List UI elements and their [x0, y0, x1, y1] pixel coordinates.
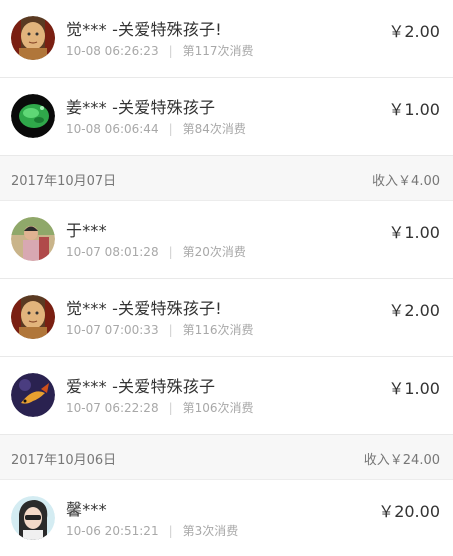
- meta-separator: |: [168, 401, 173, 415]
- entry-meta: 10-06 20:51:21 | 第3次消费: [66, 522, 238, 539]
- entry-amount: ￥1.00: [388, 223, 440, 242]
- entry-amount: ￥2.00: [388, 301, 440, 320]
- group-income: 收入￥4.00: [372, 174, 440, 189]
- entry-count: 第116次消费: [182, 323, 254, 337]
- entry-time: 10-06 20:51:21: [66, 524, 159, 538]
- entry-meta: 10-07 08:01:28 | 第20次消费: [66, 243, 246, 260]
- avatar-girl-icon: [11, 496, 55, 540]
- list-item[interactable]: 姜*** -关爱特殊孩子 10-08 06:06:44 | 第84次消费 ￥1.00: [0, 78, 453, 156]
- entry-meta: 10-07 07:00:33 | 第116次消费: [66, 321, 254, 338]
- entry-time: 10-08 06:06:44: [66, 122, 159, 136]
- list-item[interactable]: 于*** 10-07 08:01:28 | 第20次消费 ￥1.00: [0, 201, 453, 279]
- entry-amount: ￥20.00: [378, 502, 440, 521]
- entry-time: 10-07 08:01:28: [66, 245, 159, 259]
- meta-separator: |: [168, 122, 173, 136]
- list-item[interactable]: 馨*** 10-06 20:51:21 | 第3次消费 ￥20.00: [0, 480, 453, 556]
- donor-name: 爱*** -关爱特殊孩子: [66, 377, 216, 396]
- donor-name: 觉*** -关爱特殊孩子!: [66, 20, 222, 39]
- avatar-monk-icon: [11, 295, 55, 339]
- meta-separator: |: [168, 44, 173, 58]
- meta-separator: |: [168, 245, 173, 259]
- entry-meta: 10-07 06:22:28 | 第106次消费: [66, 399, 254, 416]
- group-income: 收入￥24.00: [363, 453, 440, 468]
- group-date: 2017年10月06日: [11, 453, 117, 468]
- avatar-monk-icon: [11, 16, 55, 60]
- list-item[interactable]: 爱*** -关爱特殊孩子 10-07 06:22:28 | 第106次消费 ￥1.0…: [0, 357, 453, 435]
- donor-name: 觉*** -关爱特殊孩子!: [66, 299, 222, 318]
- entry-time: 10-07 06:22:28: [66, 401, 159, 415]
- avatar-koi-fish-icon: [11, 373, 55, 417]
- donor-name: 于***: [66, 221, 107, 240]
- entry-amount: ￥1.00: [388, 379, 440, 398]
- meta-separator: |: [168, 524, 173, 538]
- entry-time: 10-07 07:00:33: [66, 323, 159, 337]
- entry-count: 第3次消费: [182, 524, 239, 538]
- meta-separator: |: [168, 323, 173, 337]
- entry-amount: ￥1.00: [388, 100, 440, 119]
- avatar-person-icon: [11, 217, 55, 261]
- date-group-header: 2017年10月07日 收入￥4.00: [0, 156, 453, 201]
- entry-count: 第117次消费: [182, 44, 254, 58]
- entry-count: 第20次消费: [182, 245, 246, 259]
- entry-count: 第106次消费: [182, 401, 254, 415]
- avatar-green-leaf-icon: [11, 94, 55, 138]
- entry-meta: 10-08 06:26:23 | 第117次消费: [66, 42, 254, 59]
- entry-meta: 10-08 06:06:44 | 第84次消费: [66, 120, 246, 137]
- entry-time: 10-08 06:26:23: [66, 44, 159, 58]
- donor-name: 馨***: [66, 500, 107, 519]
- group-date: 2017年10月07日: [11, 174, 117, 189]
- transaction-list: 觉*** -关爱特殊孩子! 10-08 06:26:23 | 第117次消费 ￥2.…: [0, 0, 453, 556]
- entry-count: 第84次消费: [182, 122, 246, 136]
- date-group-header: 2017年10月06日 收入￥24.00: [0, 435, 453, 480]
- list-item[interactable]: 觉*** -关爱特殊孩子! 10-08 06:26:23 | 第117次消费 ￥2.…: [0, 0, 453, 78]
- entry-amount: ￥2.00: [388, 22, 440, 41]
- list-item[interactable]: 觉*** -关爱特殊孩子! 10-07 07:00:33 | 第116次消费 ￥2.…: [0, 279, 453, 357]
- donor-name: 姜*** -关爱特殊孩子: [66, 98, 216, 117]
